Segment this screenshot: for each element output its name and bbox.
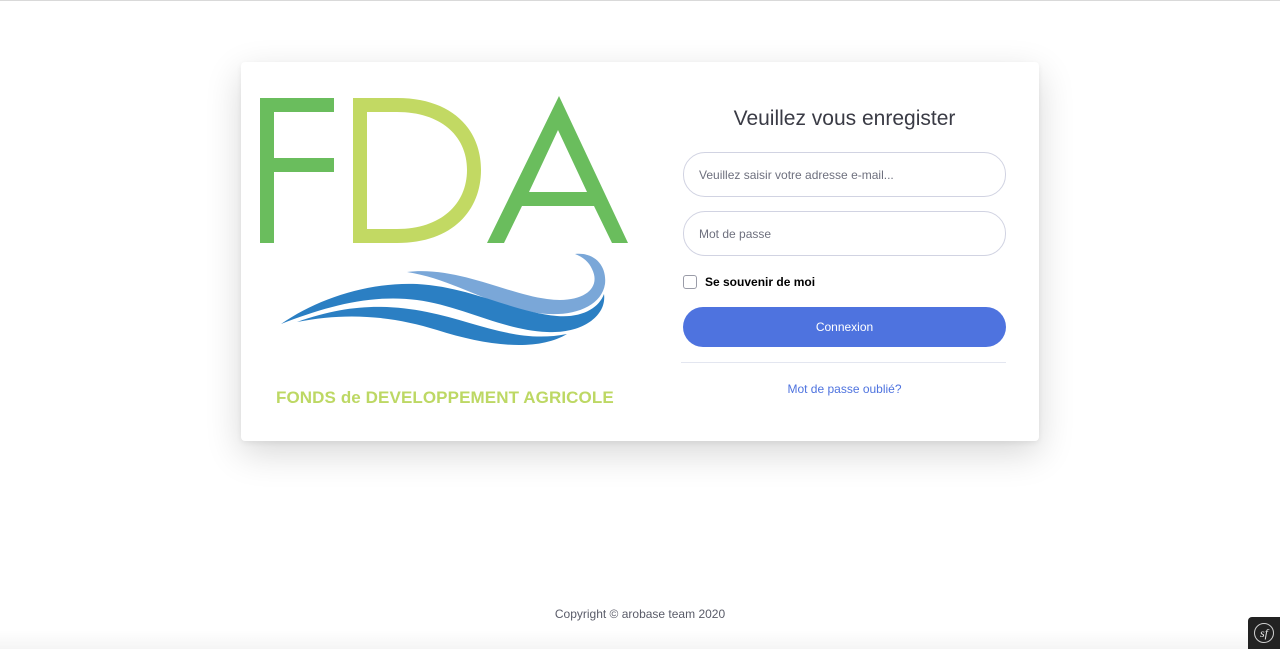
fda-logo-graphic	[260, 96, 628, 346]
forgot-password-link[interactable]: Mot de passe oublié?	[683, 382, 1006, 396]
password-field[interactable]	[683, 211, 1006, 256]
fda-logo: FONDS de DEVELOPPEMENT AGRICOLE	[257, 94, 637, 407]
logo-letter-a	[487, 96, 628, 243]
footer-copyright: Copyright © arobase team 2020	[554, 607, 726, 621]
footer-shadow	[0, 630, 1280, 649]
password-input[interactable]	[684, 212, 1005, 255]
logo-letter-f	[260, 98, 334, 243]
login-form: Veuillez vous enregister Se souvenir de …	[681, 102, 1006, 396]
form-divider	[681, 362, 1006, 363]
email-field[interactable]	[683, 152, 1006, 197]
logo-waves	[281, 253, 606, 346]
logo-letter-d	[353, 98, 481, 243]
login-card: FONDS de DEVELOPPEMENT AGRICOLE Veuillez…	[241, 62, 1039, 441]
top-border	[0, 0, 1280, 1]
login-button[interactable]: Connexion	[683, 307, 1006, 347]
symfony-debug-toolbar-toggle[interactable]: sf	[1248, 617, 1280, 649]
form-title: Veuillez vous enregister	[733, 107, 956, 130]
logo-tagline: FONDS de DEVELOPPEMENT AGRICOLE	[276, 388, 614, 407]
remember-me-checkbox[interactable]	[683, 275, 697, 289]
remember-me-label[interactable]: Se souvenir de moi	[705, 275, 815, 289]
email-input[interactable]	[684, 153, 1005, 196]
remember-me[interactable]: Se souvenir de moi	[683, 274, 815, 290]
symfony-logo-icon: sf	[1254, 623, 1274, 643]
